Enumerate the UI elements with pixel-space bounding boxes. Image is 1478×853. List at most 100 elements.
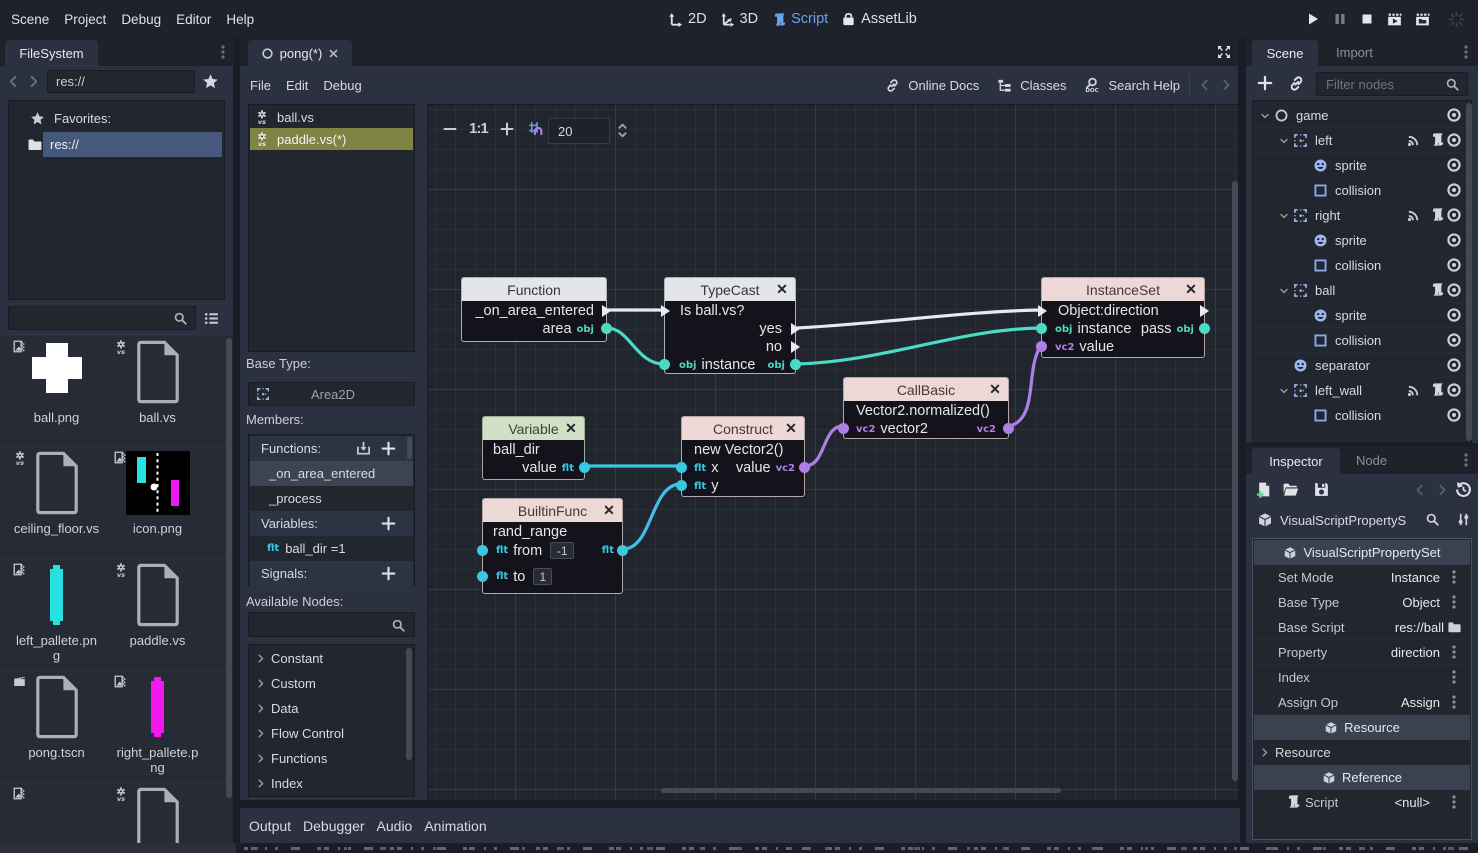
menu-debug[interactable]: Debug [114, 12, 169, 27]
history-back-icon[interactable] [1413, 483, 1427, 497]
script-menu-edit[interactable]: Edit [286, 78, 308, 93]
vec2-in-port[interactable] [838, 423, 849, 434]
tab-node[interactable]: Node [1356, 453, 1387, 468]
fs-favorites-row[interactable]: Favorites: [10, 106, 223, 131]
visibility-eye-icon[interactable] [1446, 307, 1462, 323]
member-function-selected[interactable]: _on_area_entered [250, 461, 413, 486]
scene-tree-scrollbar[interactable] [1466, 103, 1472, 441]
node-header[interactable]: CallBasic✕ [844, 378, 1008, 401]
visibility-eye-icon[interactable] [1446, 407, 1462, 423]
override-function-icon[interactable] [356, 441, 371, 456]
graph-vscrollbar[interactable] [1232, 181, 1238, 781]
fs-search-input[interactable] [8, 306, 196, 330]
signal-connection-icon[interactable] [1406, 383, 1421, 398]
visibility-eye-icon[interactable] [1446, 132, 1462, 148]
scene-node-sprite[interactable]: sprite [1254, 303, 1470, 328]
graph-node-builtinfunc[interactable]: BuiltinFunc✕ rand_range fltfrom-1 flt fl… [482, 498, 623, 594]
rows-value-label[interactable]: direction [1391, 645, 1440, 660]
scene-node-separator[interactable]: separator [1254, 353, 1470, 378]
property-menu-dots-icon[interactable] [1446, 594, 1462, 610]
close-node-icon[interactable]: ✕ [602, 503, 616, 517]
exec-out-port-yes[interactable] [791, 323, 800, 335]
fs-res-row[interactable]: res:// [10, 132, 223, 157]
node-header[interactable]: BuiltinFunc✕ [483, 499, 622, 522]
graph-node-construct[interactable]: Construct✕ new Vector2() fltx valuevc2 f… [681, 416, 805, 497]
attached-script-icon[interactable] [1429, 382, 1444, 397]
property-row-base-script[interactable]: Base Script res://ball [1254, 615, 1470, 640]
obj-in-port[interactable] [1036, 323, 1047, 334]
property-menu-dots-icon[interactable] [1446, 569, 1462, 585]
graph-node-variable[interactable]: Variable✕ ball_dir valueflt [482, 416, 585, 480]
scene-node-collision[interactable]: collision [1254, 178, 1470, 203]
chevron-down-icon[interactable] [1278, 210, 1290, 222]
close-node-icon[interactable]: ✕ [564, 421, 578, 435]
workspace-2d-button[interactable]: 2D [668, 11, 707, 27]
add-signal-icon[interactable] [380, 565, 397, 582]
script-menu-file[interactable]: File [250, 78, 271, 93]
exec-in-port[interactable] [1038, 305, 1047, 317]
graph-node-callbasic[interactable]: CallBasic✕ Vector2.normalized() vc2vecto… [843, 377, 1009, 439]
load-resource-folder-icon[interactable] [1282, 481, 1299, 498]
visibility-eye-icon[interactable] [1446, 157, 1462, 173]
close-tab-icon[interactable] [328, 48, 339, 59]
file-item-icon-png[interactable]: icon.png [107, 448, 208, 558]
obj-in-port[interactable] [659, 359, 670, 370]
node-category-functions[interactable]: Functions [250, 746, 413, 771]
search-help-button[interactable]: Search Help [1108, 78, 1180, 93]
visibility-eye-icon[interactable] [1446, 257, 1462, 273]
property-row-script[interactable]: Script <null> [1254, 790, 1470, 815]
graph-node-instanceset[interactable]: InstanceSet✕ Object:direction objinstanc… [1041, 277, 1205, 358]
fs-forward-button[interactable] [26, 74, 41, 89]
script-item-ball[interactable]: ball.vs [250, 106, 413, 128]
inspector-menu-dots-icon[interactable] [1458, 452, 1474, 468]
property-menu-dots-icon[interactable] [1446, 694, 1462, 710]
members-signals-header[interactable]: Signals: [250, 561, 413, 586]
node-header[interactable]: Construct✕ [682, 417, 804, 440]
node-header[interactable]: InstanceSet✕ [1042, 278, 1204, 301]
play-button[interactable] [1305, 11, 1321, 27]
inspector-search-icon[interactable] [1425, 512, 1440, 527]
node-category-custom[interactable]: Custom [250, 671, 413, 696]
manage-properties-icon[interactable] [1456, 512, 1471, 527]
visibility-eye-icon[interactable] [1446, 207, 1462, 223]
property-row-property[interactable]: Property direction [1254, 640, 1470, 665]
members-scrollbar[interactable] [407, 437, 412, 459]
play-custom-scene-button[interactable] [1414, 11, 1431, 28]
attached-script-icon[interactable] [1429, 282, 1444, 297]
close-node-icon[interactable]: ✕ [988, 382, 1002, 396]
file-item-ceiling-floor-vs[interactable]: ceiling_floor.vs [6, 448, 107, 558]
float-in-port-x[interactable] [676, 462, 687, 473]
base-type-field[interactable]: Area2D [248, 382, 415, 406]
play-scene-button[interactable] [1386, 11, 1403, 28]
node-category-flow-control[interactable]: Flow Control [250, 721, 413, 746]
attached-script-icon[interactable] [1429, 132, 1444, 147]
add-variable-icon[interactable] [380, 515, 397, 532]
visibility-eye-icon[interactable] [1446, 382, 1462, 398]
graph-hscrollbar[interactable] [661, 788, 1061, 793]
node-header[interactable]: Function [462, 278, 606, 301]
filter-nodes-input[interactable]: Filter nodes [1316, 72, 1468, 96]
float-out-port[interactable] [579, 462, 590, 473]
instance-scene-button[interactable] [1288, 75, 1305, 92]
bottom-tab-animation[interactable]: Animation [424, 818, 486, 834]
file-item-paddle-vs[interactable]: paddle.vs [107, 560, 208, 670]
filesystem-menu-dots-icon[interactable] [215, 44, 231, 60]
property-row-index[interactable]: Index [1254, 665, 1470, 690]
history-forward-icon[interactable] [1435, 483, 1449, 497]
folder-icon[interactable] [1447, 620, 1462, 635]
rows-value-label[interactable]: Assign [1401, 695, 1440, 710]
property-row-set-mode[interactable]: Set Mode Instance [1254, 565, 1470, 590]
rows-value-label[interactable]: Object [1402, 595, 1440, 610]
node-header[interactable]: Variable✕ [483, 417, 584, 440]
file-item-right-pallete-png[interactable]: right_pallete.png [107, 672, 208, 782]
tab-import[interactable]: Import [1336, 45, 1373, 60]
node-category-index[interactable]: Index [250, 771, 413, 796]
float-in-port-y[interactable] [676, 480, 687, 491]
workspace-assetlib-button[interactable]: AssetLib [841, 11, 917, 27]
fs-grid-scrollbar[interactable] [226, 338, 232, 798]
scene-node-sprite[interactable]: sprite [1254, 153, 1470, 178]
script-history-back-icon[interactable] [1198, 78, 1212, 92]
obj-out-port[interactable] [601, 323, 612, 334]
members-variables-header[interactable]: Variables: [250, 511, 413, 536]
node-header[interactable]: TypeCast✕ [665, 278, 795, 301]
